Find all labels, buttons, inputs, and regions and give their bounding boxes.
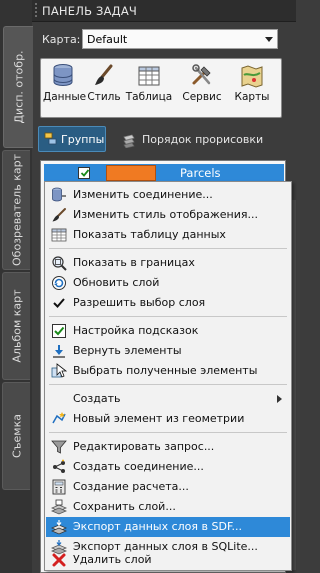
menu-item-label: Создать (73, 392, 121, 405)
side-tab-display-manager[interactable]: Дисп. отобр. (3, 26, 33, 148)
new-feature-icon (52, 412, 66, 424)
table-button-label: Таблица (125, 91, 173, 103)
tools-icon (192, 64, 211, 85)
menu-item-label: Показать в границах (73, 256, 195, 269)
menu-item-new-feature-from-geometry[interactable]: Новый элемент из геометрии (46, 409, 290, 429)
display-manager-toolbar: Данные Стиль Таблица Сервис Карты (40, 58, 282, 118)
filter-icon (51, 440, 67, 454)
table-button[interactable]: Таблица (125, 63, 173, 115)
brush-icon (95, 64, 113, 85)
map-select-value: Default (87, 33, 128, 46)
menu-item-zoom-extents[interactable]: Показать в границах (46, 253, 290, 273)
delete-icon (52, 553, 66, 567)
checkmark-icon (80, 169, 90, 177)
draw-order-label: Порядок прорисовки (142, 133, 264, 146)
chevron-down-icon (265, 37, 273, 42)
layer-style-swatch (106, 165, 156, 181)
task-pane: Дисп. отобр. Обозреватель карт Альбом ка… (0, 0, 296, 573)
map-icon (241, 65, 263, 88)
join-icon (53, 459, 65, 473)
menu-item-edit-query[interactable]: Редактировать запрос... (46, 437, 290, 457)
menu-item-label: Новый элемент из геометрии (73, 412, 245, 425)
groups-view-label: Группы (61, 133, 105, 146)
style-button[interactable]: Стиль (85, 63, 123, 115)
menu-item-layer-selectable[interactable]: Разрешить выбор слоя (46, 293, 290, 313)
refresh-icon (52, 276, 66, 290)
map-label: Карта: (42, 33, 81, 46)
menu-item-remove-layer[interactable]: Удалить слой (46, 551, 290, 569)
layer-visibility-checkbox[interactable] (78, 167, 90, 179)
checkmark-icon (53, 298, 65, 308)
menu-item-export-sdf[interactable]: Экспорт данных слоя в SDF... (46, 517, 290, 537)
side-tab-label: Альбом карт (10, 289, 23, 363)
menu-item-retrieve-features[interactable]: Вернуть элементы (46, 341, 290, 361)
table-icon (51, 228, 67, 242)
panel-title: ПАНЕЛЬ ЗАДАЧ (42, 4, 137, 18)
draw-order-icon (123, 134, 135, 148)
menu-item-label: Удалить слой (73, 553, 152, 566)
menu-item-label: Изменить стиль отображения... (73, 208, 258, 221)
side-tab-map-book[interactable]: Альбом карт (2, 272, 30, 380)
select-features-icon (51, 363, 67, 378)
menu-item-create-join[interactable]: Создать соединение... (46, 457, 290, 477)
map-select[interactable]: Default (82, 29, 278, 49)
groups-view-button[interactable]: Группы (38, 126, 106, 152)
maps-button-label: Карты (234, 91, 270, 103)
style-button-label: Стиль (87, 91, 121, 103)
menu-item-show-data-table[interactable]: Показать таблицу данных (46, 225, 290, 245)
retrieve-icon (53, 345, 65, 358)
brush-icon (52, 208, 66, 222)
menu-item-label: Разрешить выбор слоя (73, 296, 206, 309)
menu-item-label: Создать соединение... (73, 460, 204, 473)
menu-item-refresh-layer[interactable]: Обновить слой (46, 273, 290, 293)
side-tab-survey[interactable]: Съемка (2, 382, 30, 490)
menu-item-label: Обновить слой (73, 276, 160, 289)
menu-item-label: Вернуть элементы (73, 344, 182, 357)
menu-item-label: Создание расчета... (73, 480, 189, 493)
menu-separator (49, 316, 287, 317)
layer-context-menu: Изменить соединение... Изменить стиль от… (44, 181, 292, 571)
menu-item-label: Сохранить слой... (73, 500, 176, 513)
side-tab-label: Дисп. отобр. (12, 50, 25, 124)
export-sdf-icon (51, 520, 67, 535)
submenu-arrow-icon (277, 395, 282, 403)
menu-separator (49, 384, 287, 385)
side-tab-label: Съемка (10, 414, 23, 458)
drag-grip-icon[interactable] (34, 3, 38, 19)
layer-name: Parcels (180, 166, 221, 180)
zoom-extents-icon (52, 256, 67, 271)
side-tab-label: Обозреватель карт (10, 154, 23, 266)
tools-button[interactable]: Сервис (177, 63, 227, 115)
data-button[interactable]: Данные (43, 63, 87, 115)
data-button-label: Данные (43, 91, 87, 103)
tooltip-settings-icon (52, 324, 66, 338)
menu-item-label: Редактировать запрос... (73, 440, 215, 453)
menu-item-edit-style[interactable]: Изменить стиль отображения... (46, 205, 290, 225)
menu-separator (49, 432, 287, 433)
menu-item-label: Изменить соединение... (73, 188, 213, 201)
menu-item-create[interactable]: Создать (46, 389, 290, 409)
groups-icon (44, 132, 57, 145)
tools-button-label: Сервис (182, 91, 222, 103)
table-icon (138, 66, 160, 86)
menu-item-label: Настройка подсказок (73, 324, 199, 337)
maps-button[interactable]: Карты (229, 63, 275, 115)
menu-item-tooltip-settings[interactable]: Настройка подсказок (46, 321, 290, 341)
layer-row[interactable]: Parcels (44, 164, 284, 182)
database-icon (53, 64, 73, 86)
menu-item-create-calculation[interactable]: Создание расчета... (46, 477, 290, 497)
scrollbar[interactable] (292, 200, 296, 570)
menu-item-label: Показать таблицу данных (73, 228, 226, 241)
side-tab-map-explorer[interactable]: Обозреватель карт (2, 150, 30, 270)
menu-item-label: Выбрать полученные элементы (73, 364, 258, 377)
connection-icon (52, 187, 66, 202)
calculator-icon (52, 479, 66, 495)
save-layer-icon (51, 499, 67, 515)
menu-item-label: Экспорт данных слоя в SDF... (73, 520, 243, 533)
menu-separator (49, 248, 287, 249)
menu-item-save-layer[interactable]: Сохранить слой... (46, 497, 290, 517)
menu-item-edit-connection[interactable]: Изменить соединение... (46, 185, 290, 205)
menu-item-select-retrieved[interactable]: Выбрать полученные элементы (46, 361, 290, 381)
draw-order-button[interactable]: Порядок прорисовки (120, 131, 264, 151)
